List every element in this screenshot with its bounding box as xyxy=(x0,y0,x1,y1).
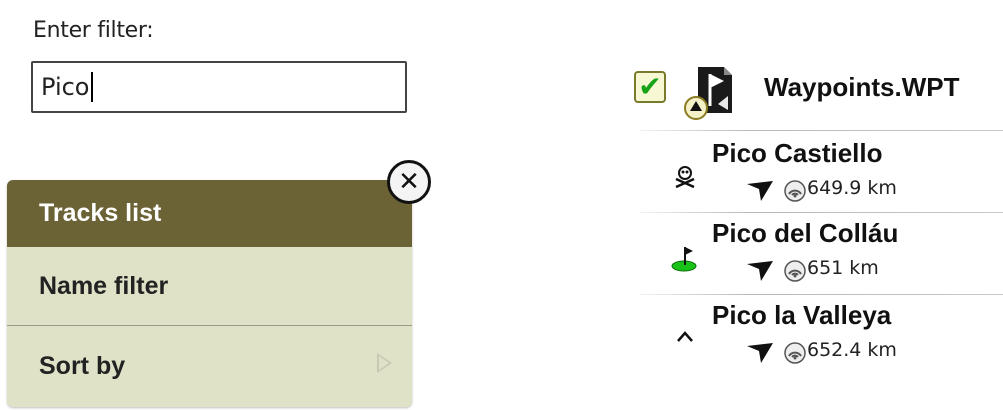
signal-icon xyxy=(784,342,806,364)
menu-item-label: Name filter xyxy=(39,271,169,300)
signal-icon xyxy=(784,180,806,202)
waypoint-distance: 652.4 km xyxy=(807,339,897,361)
menu-item-label: Sort by xyxy=(39,352,126,380)
direction-arrow-icon xyxy=(747,343,773,363)
waypoint-name: Pico del Colláu xyxy=(712,218,899,248)
direction-arrow-icon xyxy=(747,261,773,281)
waypoint-row[interactable]: Pico la Valleya 652.4 km xyxy=(650,295,1003,375)
filter-input-value: Pico xyxy=(41,73,90,101)
waypoint-distance: 649.9 km xyxy=(807,177,897,199)
flag-file-icon xyxy=(684,67,732,120)
menu-item-name-filter[interactable]: Name filter xyxy=(7,247,412,326)
peak-icon xyxy=(677,331,693,342)
direction-arrow-icon xyxy=(747,181,773,201)
file-name: Waypoints.WPT xyxy=(764,72,960,102)
submenu-arrow-icon xyxy=(377,353,392,373)
menu-header-tracks-list[interactable]: Tracks list xyxy=(7,180,412,247)
filter-input[interactable]: Pico xyxy=(31,61,407,113)
waypoint-name: Pico Castiello xyxy=(712,138,883,168)
file-row[interactable]: ✔ Waypoints.WPT xyxy=(634,62,1003,122)
waypoint-row[interactable]: Pico Castiello 649.9 km xyxy=(650,133,1003,213)
golf-flag-icon xyxy=(671,247,697,272)
signal-icon xyxy=(784,260,806,282)
close-icon[interactable]: ✕ xyxy=(387,160,431,204)
tracks-menu: Tracks list Name filter Sort by xyxy=(7,180,412,407)
file-checkbox[interactable]: ✔ xyxy=(634,71,666,103)
list-separator xyxy=(640,130,1003,131)
menu-header-label: Tracks list xyxy=(39,199,162,227)
waypoint-name: Pico la Valleya xyxy=(712,300,892,330)
filter-label: Enter filter: xyxy=(33,18,154,43)
waypoint-distance: 651 km xyxy=(807,257,879,279)
waypoint-row[interactable]: Pico del Colláu 651 km xyxy=(650,213,1003,293)
text-caret xyxy=(90,72,93,102)
skull-icon xyxy=(675,166,695,189)
menu-item-sort-by[interactable]: Sort by xyxy=(7,326,412,407)
